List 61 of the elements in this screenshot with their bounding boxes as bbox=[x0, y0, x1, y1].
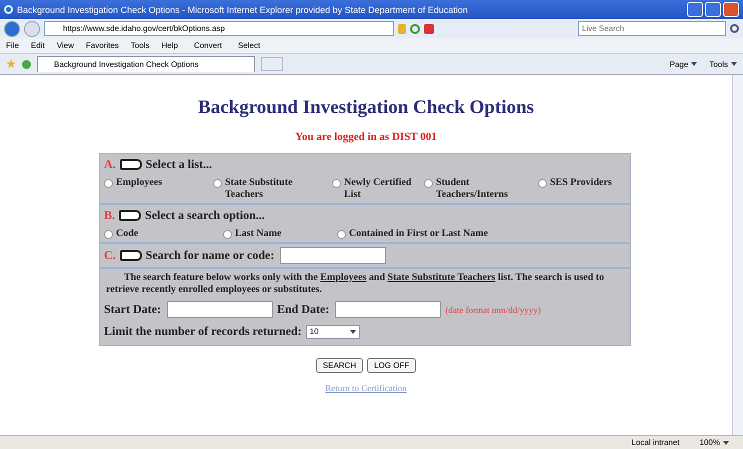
menu-item[interactable]: Favorites bbox=[86, 41, 119, 50]
option-label: Student Teachers/Interns bbox=[436, 177, 509, 201]
new-tab-button[interactable] bbox=[261, 57, 283, 71]
form-button[interactable]: LOG OFF bbox=[367, 358, 416, 373]
address-field[interactable]: https://www.sde.idaho.gov/cert/bkOptions.asp bbox=[44, 21, 394, 36]
radio-button[interactable] bbox=[538, 179, 547, 188]
field-label: Limit the number of records returned: bbox=[104, 324, 302, 339]
radio-button[interactable] bbox=[332, 179, 341, 188]
section-label: Search for name or code: bbox=[146, 248, 274, 263]
search-field[interactable]: Live Search bbox=[578, 21, 726, 36]
option-label: State Substitute Teachers bbox=[225, 177, 294, 201]
page-heading: Background Investigation Check Options bbox=[198, 97, 534, 119]
scrollbar[interactable] bbox=[732, 75, 743, 435]
option-label: Last Name bbox=[235, 228, 282, 240]
option-label: Newly Certified List bbox=[344, 177, 412, 201]
section-label: Select a search option... bbox=[145, 208, 265, 223]
menu-item[interactable]: Tools bbox=[130, 41, 150, 50]
form-button[interactable]: SEARCH bbox=[316, 358, 364, 373]
convert-button[interactable]: Convert bbox=[194, 41, 222, 50]
select-button[interactable]: Select bbox=[238, 41, 260, 50]
forward-button[interactable] bbox=[24, 20, 40, 36]
browser-tab[interactable]: Background Investigation Check Options bbox=[37, 56, 255, 72]
menu-item[interactable]: Edit bbox=[30, 41, 45, 50]
option-label: Contained in First or Last Name bbox=[349, 228, 488, 240]
menu-item[interactable]: View bbox=[56, 41, 74, 50]
field-label: End Date: bbox=[276, 302, 330, 317]
option-label: Employees bbox=[116, 177, 162, 189]
section-label: Select a list... bbox=[146, 157, 212, 172]
tools-menu-button[interactable]: Tools bbox=[709, 60, 737, 68]
zoom-level[interactable]: 100% bbox=[700, 438, 729, 447]
menu-item[interactable]: Help bbox=[161, 41, 178, 50]
maximize-button[interactable] bbox=[705, 2, 721, 17]
radio-button[interactable] bbox=[337, 230, 346, 239]
menu-item[interactable]: File bbox=[6, 41, 19, 50]
stop-icon[interactable] bbox=[424, 24, 434, 34]
limit-dropdown[interactable]: 10 bbox=[306, 324, 360, 338]
radio-button[interactable] bbox=[424, 179, 433, 188]
radio-button[interactable] bbox=[104, 179, 113, 188]
security-zone: Local intranet bbox=[632, 438, 680, 447]
close-button[interactable] bbox=[723, 2, 739, 17]
radio-button[interactable] bbox=[223, 230, 232, 239]
minimize-button[interactable] bbox=[687, 2, 703, 17]
date-format-hint: (date format mm/dd/yyyy) bbox=[445, 304, 541, 314]
search-note: The search feature below works only with the Employees and State Substitute Teachers list. The search is used to retrieve recently enrolled employees or substitutes. bbox=[100, 267, 630, 299]
option-label: SES Providers bbox=[550, 177, 612, 189]
back-button[interactable] bbox=[4, 20, 20, 36]
option-label: Code bbox=[116, 228, 138, 240]
end-date-field[interactable] bbox=[335, 301, 442, 318]
section-letter: B. bbox=[104, 208, 116, 223]
login-note: You are logged in as DIST 001 bbox=[295, 131, 437, 143]
radio-button[interactable] bbox=[213, 179, 222, 188]
name-code-field[interactable] bbox=[280, 247, 386, 264]
page-menu-button[interactable]: Page bbox=[670, 60, 698, 68]
add-favorite-icon[interactable] bbox=[22, 60, 31, 68]
window-title: Background Investigation Check Options - Microsoft Internet Explorer provided by State Department of Education bbox=[17, 4, 469, 14]
browser-icon bbox=[4, 5, 13, 14]
radio-button[interactable] bbox=[104, 230, 113, 239]
field-label: Start Date: bbox=[104, 302, 161, 317]
section-letter: A. bbox=[104, 157, 116, 172]
start-date-field[interactable] bbox=[166, 301, 273, 318]
section-letter: C. bbox=[104, 248, 116, 263]
